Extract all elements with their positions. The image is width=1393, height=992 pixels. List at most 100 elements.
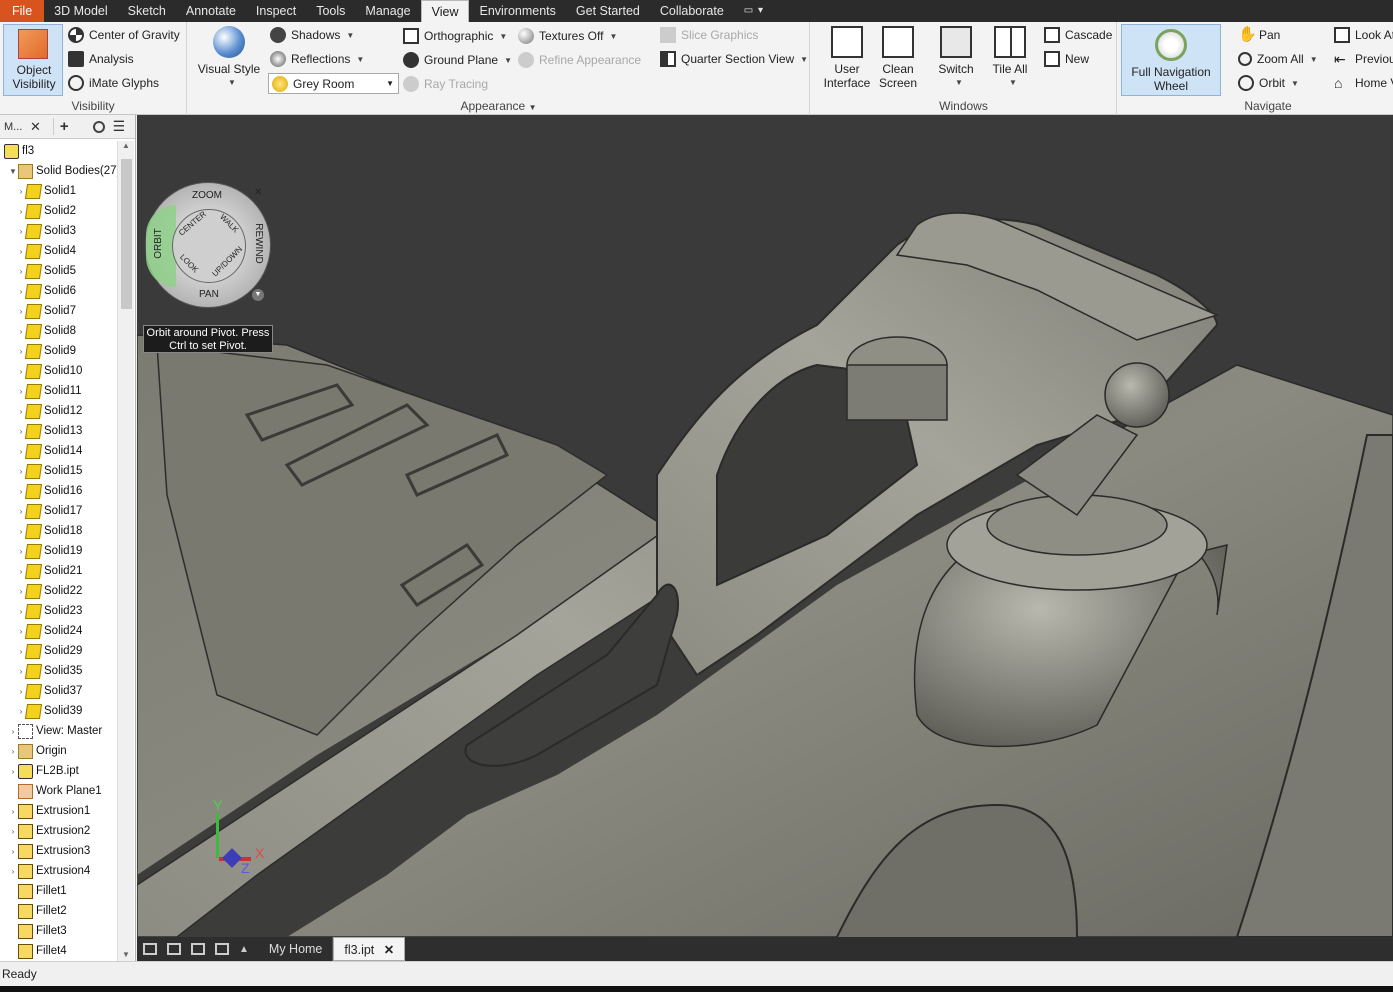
object-visibility-button[interactable]: Object Visibility [3,24,63,96]
tree-item[interactable]: › Solid35 [0,661,117,681]
tree-item[interactable]: › Solid13 [0,421,117,441]
tree-item[interactable]: › Extrusion1 [0,801,117,821]
textures-off-button[interactable]: Textures Off ▼ [518,25,617,47]
shadows-button[interactable]: Shadows ▼ [270,24,354,46]
tree-item[interactable]: › Solid8 [0,321,117,341]
tree-item[interactable]: › Solid37 [0,681,117,701]
close-tab-icon[interactable]: ✕ [384,943,394,957]
tree-item[interactable]: › Solid18 [0,521,117,541]
menu-item-quick-access[interactable]: ▭ ▾ [734,0,774,22]
tree-item[interactable]: Fillet4 [0,941,117,961]
tab-my-home[interactable]: My Home [259,937,334,961]
menu-item-view[interactable]: View [420,0,470,22]
expand-icon[interactable]: › [8,867,18,876]
user-interface-button[interactable]: User Interface [819,26,875,90]
clean-screen-button[interactable]: Clean Screen [875,26,921,90]
tree-item[interactable]: › Solid6 [0,281,117,301]
tree-item[interactable]: › Solid19 [0,541,117,561]
expand-icon[interactable]: › [8,727,18,736]
tree-item[interactable]: › Solid11 [0,381,117,401]
expand-icon[interactable]: › [8,767,18,776]
center-of-gravity-button[interactable]: Center of Gravity [68,24,180,46]
tree-item[interactable]: › Solid22 [0,581,117,601]
menu-item-get-started[interactable]: Get Started [566,0,650,22]
tree-item[interactable]: › Solid7 [0,301,117,321]
tree-item[interactable]: › FL2B.ipt [0,761,117,781]
add-icon[interactable]: + [52,118,69,135]
tree-item[interactable]: › Solid15 [0,461,117,481]
imate-glyphs-button[interactable]: iMate Glyphs [68,72,159,94]
menu-item-3d-model[interactable]: 3D Model [44,0,118,22]
tree-root[interactable]: fl3 [0,141,117,161]
look-at-button[interactable]: Look At [1334,24,1393,46]
tree-item[interactable]: › View: Master [0,721,117,741]
expand-icon[interactable]: › [8,847,18,856]
tree-item[interactable]: › Solid1 [0,181,117,201]
arrange-horizontal-icon[interactable] [191,943,205,955]
tree-item[interactable]: › Extrusion3 [0,841,117,861]
scrollbar-thumb[interactable] [121,159,132,309]
menu-item-environments[interactable]: Environments [469,0,565,22]
wheel-zoom-label[interactable]: ZOOM [192,190,222,201]
tile-windows-icon[interactable] [167,943,181,955]
close-icon[interactable]: ✕ [30,119,41,135]
wheel-close-icon[interactable]: ✕ [254,187,262,198]
scroll-up-icon[interactable]: ▲ [118,141,134,150]
tree-item[interactable]: Fillet2 [0,901,117,921]
wheel-rewind-label[interactable]: REWIND [253,223,264,264]
collapse-icon[interactable]: ▼ [8,167,18,176]
tree-item[interactable]: › Solid14 [0,441,117,461]
cascade-button[interactable]: Cascade [1044,24,1112,46]
ground-plane-button[interactable]: Ground Plane ▼ [403,49,512,71]
menu-item-inspect[interactable]: Inspect [246,0,306,22]
tree-item[interactable]: › Solid29 [0,641,117,661]
tree-item[interactable]: › Solid5 [0,261,117,281]
tree-item[interactable]: › Solid23 [0,601,117,621]
tree-item[interactable]: › Origin [0,741,117,761]
tab-menu-arrow-icon[interactable]: ▲ [239,944,249,955]
orbit-button[interactable]: Orbit ▼ [1238,72,1299,94]
tree-item[interactable]: › Solid16 [0,481,117,501]
wheel-orbit-label[interactable]: ORBIT [153,228,164,259]
zoom-all-button[interactable]: Zoom All ▼ [1238,48,1318,70]
orthographic-button[interactable]: Orthographic ▼ [403,25,507,47]
full-navigation-wheel-button[interactable]: Full Navigation Wheel [1121,24,1221,96]
refine-appearance-button[interactable]: Refine Appearance [518,49,641,71]
menu-icon[interactable]: ☰ [113,118,126,135]
tile-all-button[interactable]: Tile All ▼ [987,26,1033,90]
tree-item[interactable]: › Solid3 [0,221,117,241]
expand-icon[interactable]: › [8,807,18,816]
tree-item[interactable]: ▼ Solid Bodies(27) [0,161,117,181]
ray-tracing-button[interactable]: Ray Tracing [403,73,488,95]
cascade-windows-icon[interactable] [143,943,157,955]
tree-item[interactable]: Fillet1 [0,881,117,901]
tree-item[interactable]: › Solid2 [0,201,117,221]
tree-item[interactable]: › Solid10 [0,361,117,381]
tree-item[interactable]: › Solid4 [0,241,117,261]
menu-item-file[interactable]: File [0,0,45,22]
menu-item-sketch[interactable]: Sketch [118,0,176,22]
tree-item[interactable]: › Solid39 [0,701,117,721]
new-window-button[interactable]: New [1044,48,1089,70]
tree-item[interactable]: › Extrusion2 [0,821,117,841]
reflections-button[interactable]: Reflections ▼ [270,48,364,70]
graphics-viewport[interactable]: ZOOM ORBIT REWIND PAN CENTER WALK LOOK U… [137,115,1393,937]
scroll-down-icon[interactable]: ▼ [118,950,134,959]
arrange-vertical-icon[interactable] [215,943,229,955]
tree-item[interactable]: › Solid9 [0,341,117,361]
home-view-button[interactable]: ⌂ Home View [1334,72,1393,94]
visual-style-button[interactable]: Visual Style ▼ [194,26,264,90]
browser-tab-label[interactable]: M... [4,121,26,133]
menu-item-tools[interactable]: Tools [306,0,355,22]
tree-item[interactable]: › Extrusion4 [0,861,117,881]
tree-item[interactable]: › Solid17 [0,501,117,521]
expand-icon[interactable]: › [8,827,18,836]
switch-button[interactable]: Switch ▼ [931,26,981,90]
expand-icon[interactable]: › [8,747,18,756]
browser-scrollbar[interactable]: ▲ ▼ [117,141,134,961]
navigation-wheel[interactable]: ZOOM ORBIT REWIND PAN CENTER WALK LOOK U… [145,182,271,308]
tree-item[interactable]: Fillet3 [0,921,117,941]
wheel-menu-icon[interactable]: ▼ [252,289,264,301]
menu-item-collaborate[interactable]: Collaborate [650,0,734,22]
menu-item-annotate[interactable]: Annotate [176,0,246,22]
